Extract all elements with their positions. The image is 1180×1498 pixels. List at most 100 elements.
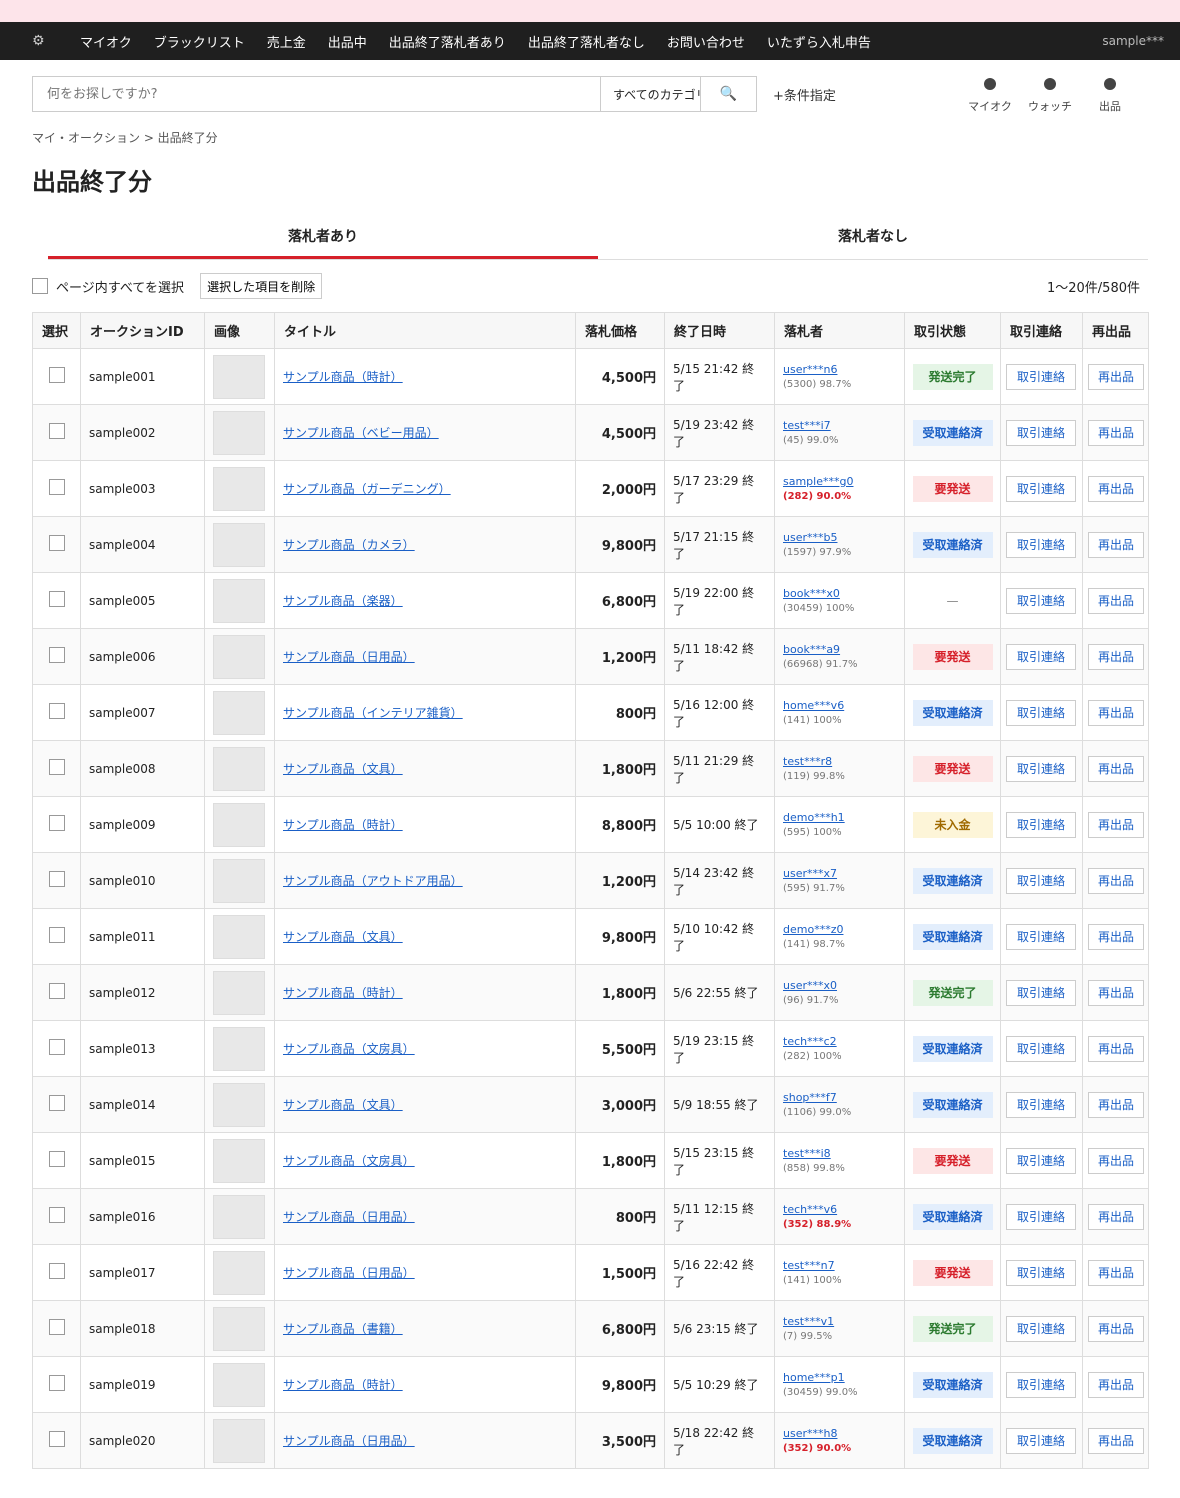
row-checkbox[interactable]: [48, 871, 65, 887]
transaction-contact-button[interactable]: 取引連絡: [1006, 979, 1076, 1006]
row-checkbox[interactable]: [48, 927, 65, 943]
bidder-link[interactable]: test***v1: [783, 1315, 896, 1328]
nav-item-blacklist[interactable]: ブラックリスト: [154, 32, 245, 51]
tab-no-winner[interactable]: 落札者なし: [598, 220, 1148, 259]
bidder-link[interactable]: test***i7: [783, 419, 896, 432]
transaction-contact-button[interactable]: 取引連絡: [1006, 363, 1076, 390]
row-checkbox[interactable]: [48, 1431, 65, 1447]
item-title-link[interactable]: サンプル商品（時計）: [283, 370, 403, 384]
search-icon[interactable]: 🔍: [700, 77, 756, 111]
bidder-link[interactable]: sample***g0: [783, 475, 896, 488]
select-all-checkbox[interactable]: [32, 278, 48, 294]
nav-item-report-prank-bid[interactable]: いたずら入札申告: [767, 32, 871, 51]
bidder-link[interactable]: user***b5: [783, 531, 896, 544]
nav-item-myauction[interactable]: マイオク: [80, 32, 132, 51]
relist-button[interactable]: 再出品: [1088, 1427, 1144, 1454]
relist-button[interactable]: 再出品: [1088, 1259, 1144, 1286]
item-thumbnail[interactable]: [213, 746, 265, 791]
relist-button[interactable]: 再出品: [1088, 587, 1144, 614]
row-checkbox[interactable]: [48, 479, 65, 495]
relist-button[interactable]: 再出品: [1088, 979, 1144, 1006]
nav-item-ended-with-winner[interactable]: 出品終了落札者あり: [389, 32, 506, 51]
nav-item-contact[interactable]: お問い合わせ: [667, 32, 745, 51]
item-title-link[interactable]: サンプル商品（時計）: [283, 818, 403, 832]
item-title-link[interactable]: サンプル商品（文具）: [283, 1098, 403, 1112]
row-checkbox[interactable]: [48, 1039, 65, 1055]
transaction-contact-button[interactable]: 取引連絡: [1006, 1203, 1076, 1230]
item-title-link[interactable]: サンプル商品（日用品）: [283, 1434, 415, 1448]
item-thumbnail[interactable]: [213, 858, 265, 903]
bidder-link[interactable]: demo***h1: [783, 811, 896, 824]
item-thumbnail[interactable]: [213, 634, 265, 679]
row-checkbox[interactable]: [48, 1207, 65, 1223]
row-checkbox[interactable]: [48, 703, 65, 719]
relist-button[interactable]: 再出品: [1088, 363, 1144, 390]
relist-button[interactable]: 再出品: [1088, 1147, 1144, 1174]
item-title-link[interactable]: サンプル商品（時計）: [283, 1378, 403, 1392]
relist-button[interactable]: 再出品: [1088, 867, 1144, 894]
bidder-link[interactable]: demo***z0: [783, 923, 896, 936]
item-title-link[interactable]: サンプル商品（書籍）: [283, 1322, 403, 1336]
item-thumbnail[interactable]: [213, 1026, 265, 1071]
item-title-link[interactable]: サンプル商品（文具）: [283, 930, 403, 944]
item-thumbnail[interactable]: [213, 914, 265, 959]
transaction-contact-button[interactable]: 取引連絡: [1006, 531, 1076, 558]
relist-button[interactable]: 再出品: [1088, 419, 1144, 446]
transaction-contact-button[interactable]: 取引連絡: [1006, 1091, 1076, 1118]
nav-item-listing[interactable]: 出品中: [328, 32, 367, 51]
relist-button[interactable]: 再出品: [1088, 1091, 1144, 1118]
item-thumbnail[interactable]: [213, 1138, 265, 1183]
relist-button[interactable]: 再出品: [1088, 531, 1144, 558]
transaction-contact-button[interactable]: 取引連絡: [1006, 1427, 1076, 1454]
relist-button[interactable]: 再出品: [1088, 1203, 1144, 1230]
row-checkbox[interactable]: [48, 815, 65, 831]
nav-item-sales[interactable]: 売上金: [267, 32, 306, 51]
row-checkbox[interactable]: [48, 1095, 65, 1111]
item-thumbnail[interactable]: [213, 802, 265, 847]
bidder-link[interactable]: book***x0: [783, 587, 896, 600]
bidder-link[interactable]: book***a9: [783, 643, 896, 656]
bidder-link[interactable]: test***n7: [783, 1259, 896, 1272]
user-name[interactable]: sample***: [1102, 34, 1164, 48]
item-thumbnail[interactable]: [213, 522, 265, 567]
row-checkbox[interactable]: [48, 1375, 65, 1391]
row-checkbox[interactable]: [48, 647, 65, 663]
transaction-contact-button[interactable]: 取引連絡: [1006, 475, 1076, 502]
item-thumbnail[interactable]: [213, 410, 265, 455]
row-checkbox[interactable]: [48, 759, 65, 775]
row-checkbox[interactable]: [48, 535, 65, 551]
transaction-contact-button[interactable]: 取引連絡: [1006, 1259, 1076, 1286]
transaction-contact-button[interactable]: 取引連絡: [1006, 1147, 1076, 1174]
item-thumbnail[interactable]: [213, 690, 265, 735]
relist-button[interactable]: 再出品: [1088, 643, 1144, 670]
bidder-link[interactable]: tech***c2: [783, 1035, 896, 1048]
transaction-contact-button[interactable]: 取引連絡: [1006, 419, 1076, 446]
transaction-contact-button[interactable]: 取引連絡: [1006, 1371, 1076, 1398]
bidder-link[interactable]: tech***v6: [783, 1203, 896, 1216]
item-title-link[interactable]: サンプル商品（日用品）: [283, 1210, 415, 1224]
nav-item-ended-no-winner[interactable]: 出品終了落札者なし: [528, 32, 645, 51]
row-checkbox[interactable]: [48, 1319, 65, 1335]
item-title-link[interactable]: サンプル商品（ベビー用品）: [283, 426, 439, 440]
transaction-contact-button[interactable]: 取引連絡: [1006, 755, 1076, 782]
item-title-link[interactable]: サンプル商品（カメラ）: [283, 538, 415, 552]
item-title-link[interactable]: サンプル商品（文具）: [283, 762, 403, 776]
transaction-contact-button[interactable]: 取引連絡: [1006, 867, 1076, 894]
item-thumbnail[interactable]: [213, 1250, 265, 1295]
row-checkbox[interactable]: [48, 591, 65, 607]
bidder-link[interactable]: user***x0: [783, 979, 896, 992]
item-title-link[interactable]: サンプル商品（インテリア雑貨）: [283, 706, 463, 720]
advanced-search-link[interactable]: +条件指定: [773, 85, 836, 104]
item-thumbnail[interactable]: [213, 1194, 265, 1239]
bidder-link[interactable]: shop***f7: [783, 1091, 896, 1104]
bidder-link[interactable]: home***p1: [783, 1371, 896, 1384]
relist-button[interactable]: 再出品: [1088, 699, 1144, 726]
row-checkbox[interactable]: [48, 983, 65, 999]
category-select[interactable]: すべてのカテゴリ: [600, 77, 700, 111]
item-thumbnail[interactable]: [213, 970, 265, 1015]
tab-with-winner[interactable]: 落札者あり: [48, 220, 598, 259]
gear-icon[interactable]: ⚙: [32, 33, 80, 49]
item-title-link[interactable]: サンプル商品（日用品）: [283, 1266, 415, 1280]
quick-link-watch[interactable]: ウォッチ: [1020, 78, 1080, 114]
delete-selected-button[interactable]: 選択した項目を削除: [200, 273, 323, 299]
